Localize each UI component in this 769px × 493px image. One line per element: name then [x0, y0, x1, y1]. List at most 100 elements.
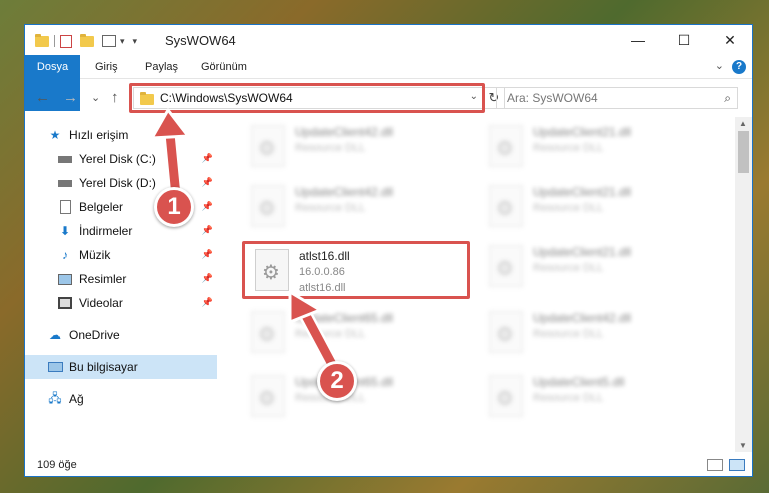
sidebar-item-quick-access[interactable]: ★ Hızlı erişim	[25, 123, 217, 147]
file-name: UpdateClient42.dll	[295, 125, 394, 139]
expand-ribbon-icon[interactable]: ⌄	[715, 59, 724, 72]
file-description: Resource DLL	[533, 328, 604, 340]
minimize-button[interactable]: —	[615, 25, 661, 55]
dll-file-icon	[251, 311, 285, 353]
dll-file-icon	[489, 185, 523, 227]
dll-file-icon	[251, 125, 285, 167]
documents-icon	[57, 200, 73, 214]
scroll-down-icon[interactable]: ▼	[739, 441, 747, 450]
sidebar-item-downloads[interactable]: ⬇ İndirmeler 📌	[25, 219, 217, 243]
sidebar-item-label: Ağ	[69, 392, 84, 406]
customize-toolbar-icon[interactable]	[102, 35, 116, 47]
navigation-bar: ← → ⌄ ↑ C:\Windows\SysWOW64 ⌄ ↻ Ara: Sys…	[25, 79, 752, 117]
file-item[interactable]: UpdateClient65.dll Resource DLL	[241, 305, 471, 361]
file-item[interactable]: UpdateClient42.dll Resource DLL	[241, 179, 471, 235]
minimize-icon: —	[631, 32, 645, 48]
file-description: Resource DLL	[533, 392, 604, 404]
file-item[interactable]: UpdateClient5.dll Resource DLL	[479, 369, 709, 425]
file-description: Resource DLL	[533, 202, 604, 214]
callout-badge-1: 1	[154, 187, 194, 227]
help-icon[interactable]: ?	[732, 60, 746, 74]
file-name: UpdateClient42.dll	[295, 185, 394, 199]
sidebar-item-label: OneDrive	[69, 328, 120, 342]
vertical-scrollbar[interactable]: ▲ ▼	[735, 117, 752, 452]
star-icon: ★	[49, 128, 61, 142]
search-icon: ⌕	[724, 91, 731, 105]
network-icon: 🖧	[48, 390, 62, 405]
properties-icon[interactable]	[60, 34, 72, 48]
back-arrow-icon[interactable]: ←	[35, 89, 50, 106]
sidebar-item-this-pc[interactable]: Bu bilgisayar	[25, 355, 217, 379]
quick-access-toolbar: ▾ ▾	[35, 33, 137, 49]
recent-locations-icon[interactable]: ⌄	[91, 91, 100, 104]
file-highlight-box	[242, 241, 470, 299]
dll-file-icon	[489, 311, 523, 353]
sidebar-item-label: Videolar	[79, 296, 123, 310]
chevron-down-icon[interactable]: ▾	[133, 36, 138, 47]
sidebar-item-local-disk-d[interactable]: Yerel Disk (D:) 📌	[25, 171, 217, 195]
maximize-button[interactable]: ☐	[661, 25, 707, 55]
file-name: UpdateClient21.dll	[533, 245, 632, 259]
pin-icon: 📌	[201, 249, 213, 259]
pin-icon: 📌	[201, 177, 213, 187]
navigation-pane: ★ Hızlı erişim Yerel Disk (C:) 📌 Yerel D…	[25, 117, 220, 452]
downloads-icon: ⬇	[59, 224, 71, 238]
status-bar: 109 öğe	[25, 453, 752, 476]
item-count: 109 öğe	[37, 459, 77, 471]
scroll-up-icon[interactable]: ▲	[739, 119, 747, 128]
sidebar-item-pictures[interactable]: Resimler 📌	[25, 267, 217, 291]
file-description: Resource DLL	[533, 262, 604, 274]
tab-share[interactable]: Paylaş	[137, 55, 186, 79]
dll-file-icon	[489, 375, 523, 417]
sidebar-item-label: Hızlı erişim	[69, 128, 129, 142]
dll-file-icon	[489, 245, 523, 287]
forward-arrow-icon[interactable]: →	[63, 89, 78, 106]
file-item[interactable]: UpdateClient21.dll Resource DLL	[479, 119, 709, 175]
tab-view[interactable]: Görünüm	[193, 55, 255, 79]
search-input[interactable]: Ara: SysWOW64 ⌕	[496, 87, 738, 109]
file-description: Resource DLL	[295, 202, 366, 214]
file-name: UpdateClient5.dll	[533, 375, 625, 389]
callout-badge-2: 2	[317, 361, 357, 401]
file-name: UpdateClient65.dll	[295, 311, 394, 325]
chevron-down-icon[interactable]: ▾	[120, 36, 125, 47]
maximize-icon: ☐	[677, 31, 691, 48]
pin-icon: 📌	[201, 201, 213, 211]
pin-icon: 📌	[201, 153, 213, 163]
file-item[interactable]: UpdateClient42.dll Resource DLL	[241, 119, 471, 175]
file-item[interactable]: UpdateClient21.dll Resource DLL	[479, 239, 709, 295]
dll-file-icon	[251, 375, 285, 417]
drive-icon	[57, 176, 73, 190]
sidebar-item-music[interactable]: ♪ Müzik 📌	[25, 243, 217, 267]
ribbon-tabs: Dosya Giriş Paylaş Görünüm ⌄ ?	[25, 55, 752, 111]
sidebar-item-videos[interactable]: Videolar 📌	[25, 291, 217, 315]
pin-icon: 📌	[201, 297, 213, 307]
videos-icon	[57, 296, 73, 310]
file-name: UpdateClient42.dll	[533, 311, 632, 325]
sidebar-item-onedrive[interactable]: ☁ OneDrive	[25, 323, 217, 347]
sidebar-item-label: Yerel Disk (C:)	[79, 152, 156, 166]
new-folder-icon[interactable]	[80, 33, 94, 47]
sidebar-item-label: Resimler	[79, 272, 127, 286]
sidebar-item-network[interactable]: 🖧 Ağ	[25, 387, 217, 411]
sidebar-item-label: Müzik	[79, 248, 111, 262]
dll-file-icon	[489, 125, 523, 167]
file-item[interactable]: UpdateClient21.dll Resource DLL	[479, 179, 709, 235]
up-arrow-icon[interactable]: ↑	[111, 89, 119, 106]
pin-icon: 📌	[201, 273, 213, 283]
sidebar-item-label: Bu bilgisayar	[69, 360, 138, 374]
tab-home[interactable]: Giriş	[87, 55, 126, 79]
details-view-icon[interactable]	[707, 459, 723, 471]
sidebar-item-local-disk-c[interactable]: Yerel Disk (C:) 📌	[25, 147, 217, 171]
close-icon: ✕	[724, 31, 736, 48]
sidebar-item-label: Belgeler	[79, 200, 124, 214]
address-highlight-box	[129, 83, 485, 113]
close-button[interactable]: ✕	[707, 25, 752, 55]
file-description: Resource DLL	[295, 328, 366, 340]
scrollbar-thumb[interactable]	[738, 131, 749, 173]
large-icons-view-icon[interactable]	[729, 459, 745, 471]
window-title: SysWOW64	[165, 33, 236, 48]
file-item[interactable]: UpdateClient42.dll Resource DLL	[479, 305, 709, 361]
sidebar-item-label: Yerel Disk (D:)	[79, 176, 156, 190]
title-bar: ▾ ▾ SysWOW64 — ☐ ✕	[25, 25, 752, 55]
